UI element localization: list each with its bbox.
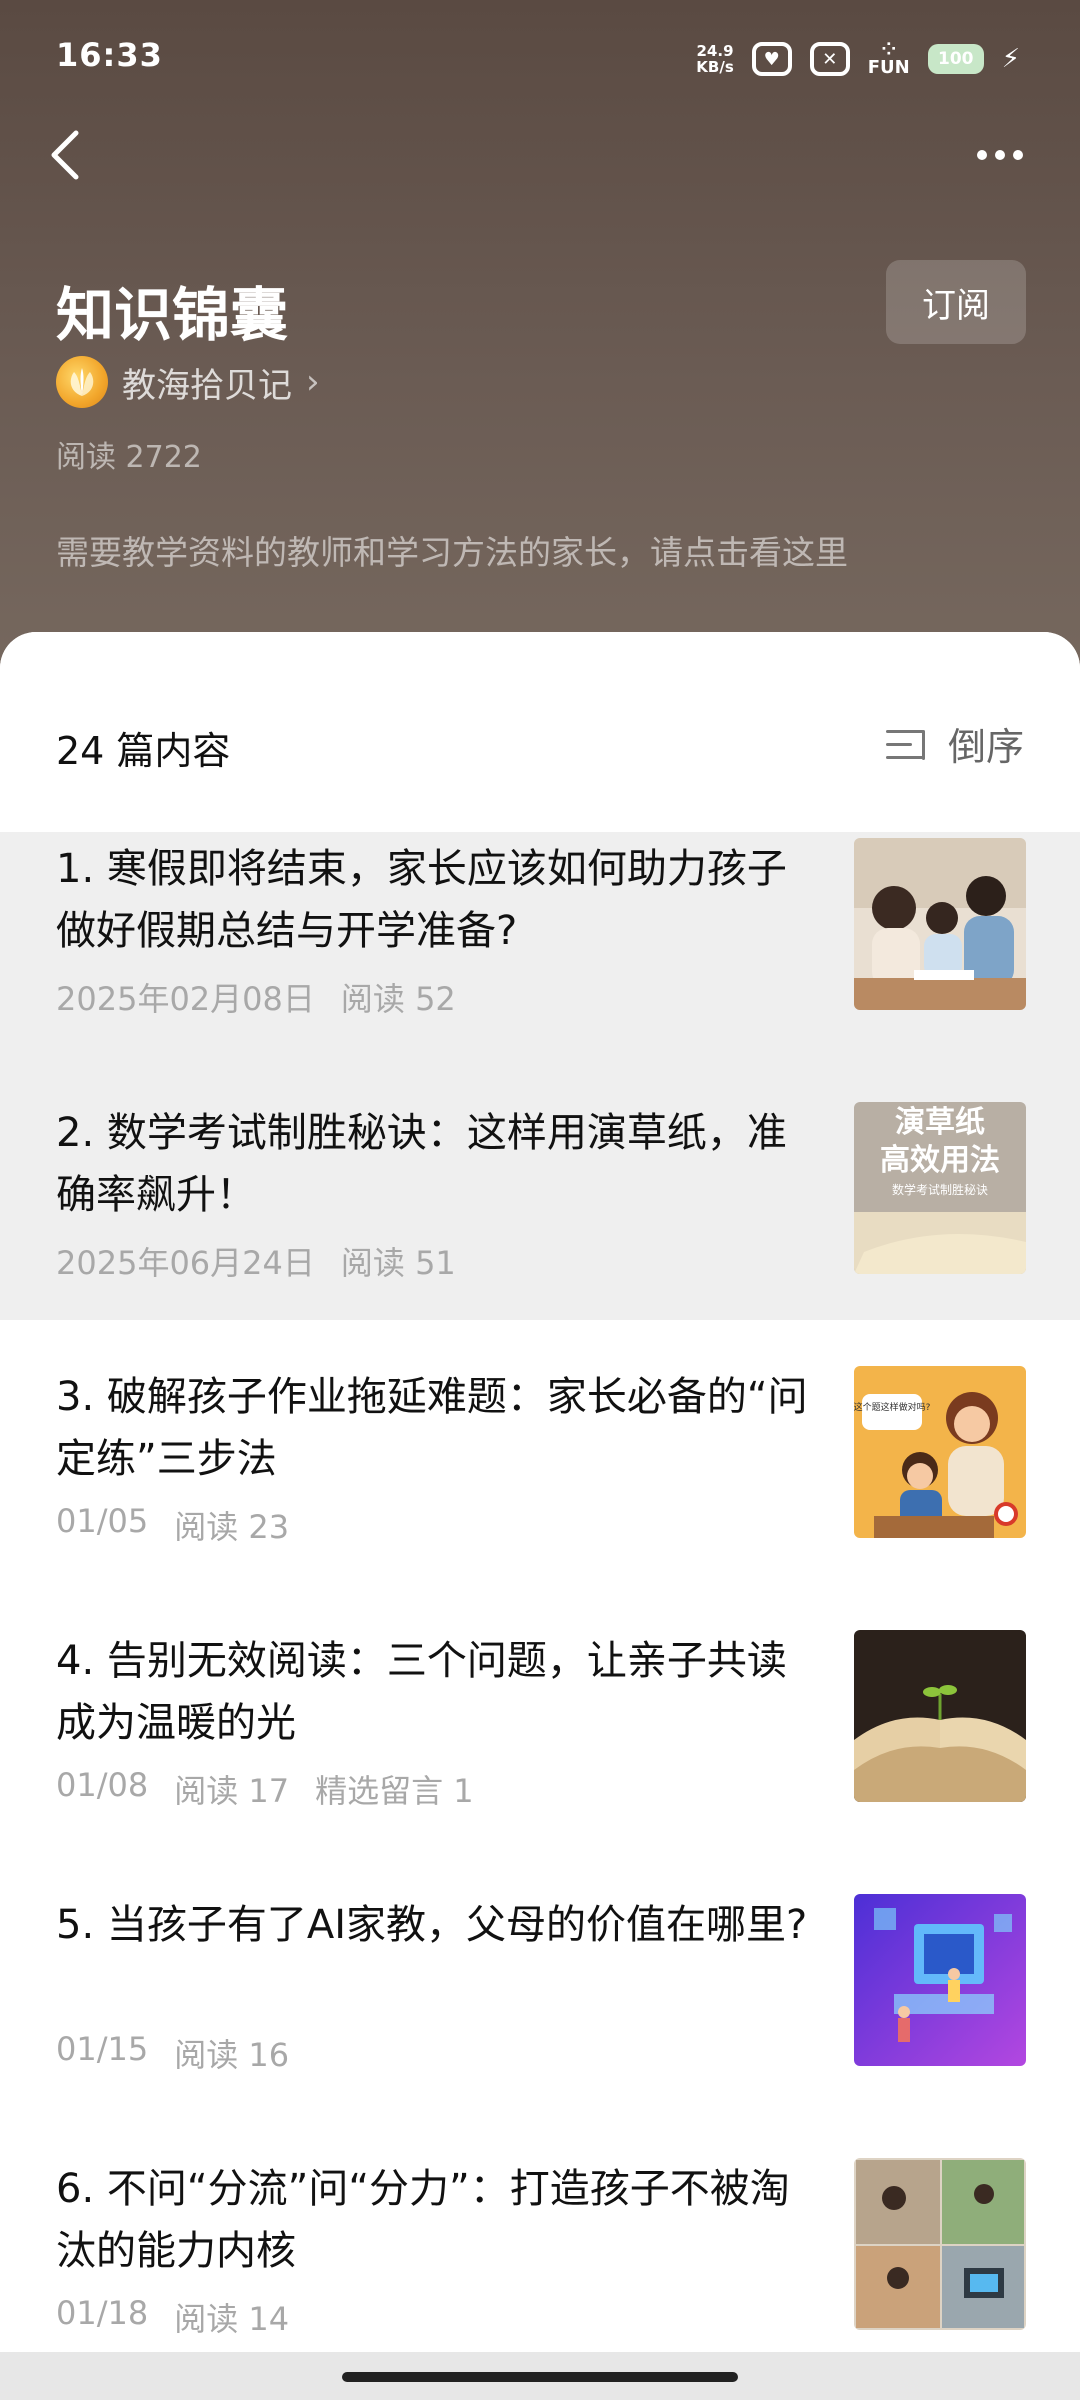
status-icons: 24.9 KB/s ♥ ✕ ⁘ FUN 100 ⚡ [696,34,1020,84]
article-reads: 阅读 23 [174,1508,290,1546]
article-thumbnail [854,1630,1026,1802]
chevron-right-icon: › [306,362,320,402]
list-item[interactable]: 5. 当孩子有了AI家教，父母的价值在哪里? 01/15 阅读 16 [0,1890,1080,2154]
open-book-sprout-image [854,1630,1026,1802]
network-speed-unit: KB/s [696,58,734,76]
sort-icon [885,724,930,764]
list-item[interactable]: 1. 寒假即将结束，家长应该如何助力孩子做好假期总结与开学准备? 2025年02… [0,834,1080,1098]
article-thumbnail: 这个题这样做对吗? [854,1366,1026,1538]
article-reads: 阅读 14 [174,2300,290,2338]
network-speed-value: 24.9 [696,42,734,60]
list-item[interactable]: 3. 破解孩子作业拖延难题：家长必备的“问定练”三步法 01/05 阅读 23 … [0,1362,1080,1626]
network-speed: 24.9 KB/s [696,43,733,75]
collection-read-count: 阅读 2722 [56,440,202,475]
collection-description[interactable]: 需要教学资料的教师和学习方法的家长，请点击看这里 [56,526,848,574]
article-list-panel: 24 篇内容 倒序 1. 寒假即将结束，家长应该如何助力孩子做好假期总结与开学准… [0,632,1080,2400]
ai-tutor-illustration-image [854,1894,1026,2066]
article-meta: 2025年02月08日 阅读 52 [56,974,456,1020]
fun-label: FUN [867,57,910,78]
author-link[interactable]: 教海拾贝记 › [56,352,320,412]
scratch-paper-cover-image: 演草纸 高效用法 数学考试制胜秘诀 [854,1102,1026,1274]
chevron-left-icon [51,130,79,180]
article-date: 2025年02月08日 [56,980,315,1018]
shell-logo-icon [70,368,94,396]
more-dot-icon [977,150,987,160]
article-reads: 阅读 16 [174,2036,290,2074]
article-meta: 01/08 阅读 17 精选留言 1 [56,1766,474,1812]
battery-level: 100 [937,49,974,69]
article-title: 6. 不问“分流”问“分力”：打造孩子不被淘汰的能力内核 [56,2166,790,2274]
article-count: 24 篇内容 [56,729,231,773]
homework-illustration-image: 这个题这样做对吗? [854,1366,1026,1538]
article-date: 01/15 [56,2030,149,2068]
list-item[interactable]: 2. 数学考试制胜秘诀：这样用演草纸，准确率飙升！ 2025年06月24日 阅读… [0,1098,1080,1362]
article-thumbnail: 演草纸 高效用法 数学考试制胜秘诀 [854,1102,1026,1274]
article-date: 01/18 [56,2294,149,2332]
screen: 16:33 24.9 KB/s ♥ ✕ ⁘ FUN 100 ⚡ 知识锦囊 订阅 … [0,0,1080,2400]
status-bar: 16:33 24.9 KB/s ♥ ✕ ⁘ FUN 100 ⚡ [0,0,1080,110]
subscribe-button[interactable]: 订阅 [886,260,1026,344]
sort-order-button[interactable]: 倒序 [885,716,1024,771]
collection-title: 知识锦囊 [56,281,289,349]
home-indicator[interactable] [342,2372,738,2382]
more-dot-icon [1013,150,1023,160]
article-date: 01/08 [56,1766,149,1804]
article-thumbnail [854,838,1026,1010]
more-dot-icon [995,150,1005,160]
article-comments: 精选留言 1 [315,1772,474,1810]
skills-collage-image [854,2158,1026,2330]
thumb-bubble-text: 这个题这样做对吗? [854,1401,931,1413]
article-thumbnail [854,1894,1026,2066]
family-study-photo-image [854,838,1026,1010]
article-reads: 阅读 51 [340,1244,456,1282]
thumb-text-1: 演草纸 [895,1105,985,1140]
fun-icon: ⁘ FUN [868,41,910,77]
author-avatar [56,356,108,408]
sort-label: 倒序 [947,725,1024,769]
close-box-icon: ✕ [809,42,850,76]
status-time: 16:33 [56,36,163,74]
article-title: 1. 寒假即将结束，家长应该如何助力孩子做好假期总结与开学准备? [56,846,787,954]
thumb-text-3: 数学考试制胜秘诀 [892,1182,988,1197]
battery-icon: 100 [927,44,984,74]
article-title: 5. 当孩子有了AI家教，父母的价值在哪里? [56,1902,808,1948]
article-thumbnail [854,2158,1026,2330]
article-meta: 01/15 阅读 16 [56,2030,289,2076]
article-date: 2025年06月24日 [56,1244,315,1282]
thumb-text-2: 高效用法 [880,1143,1000,1178]
charging-icon: ⚡ [1001,44,1020,74]
article-reads: 阅读 52 [340,980,456,1018]
back-button[interactable] [30,120,100,190]
article-title: 4. 告别无效阅读：三个问题，让亲子共读成为温暖的光 [56,1638,787,1746]
author-name: 教海拾贝记 [122,365,292,406]
article-meta: 01/05 阅读 23 [56,1502,289,1548]
heart-icon: ♥ [751,42,792,76]
article-title: 3. 破解孩子作业拖延难题：家长必备的“问定练”三步法 [56,1374,808,1482]
list-item[interactable]: 4. 告别无效阅读：三个问题，让亲子共读成为温暖的光 01/08 阅读 17 精… [0,1626,1080,1890]
article-reads: 阅读 17 [174,1772,290,1810]
article-meta: 2025年06月24日 阅读 51 [56,1238,456,1284]
article-title: 2. 数学考试制胜秘诀：这样用演草纸，准确率飙升！ [56,1110,787,1218]
article-date: 01/05 [56,1502,149,1540]
more-button[interactable] [960,120,1040,190]
article-meta: 01/18 阅读 14 [56,2294,289,2340]
list-header: 24 篇内容 倒序 [0,632,1080,832]
